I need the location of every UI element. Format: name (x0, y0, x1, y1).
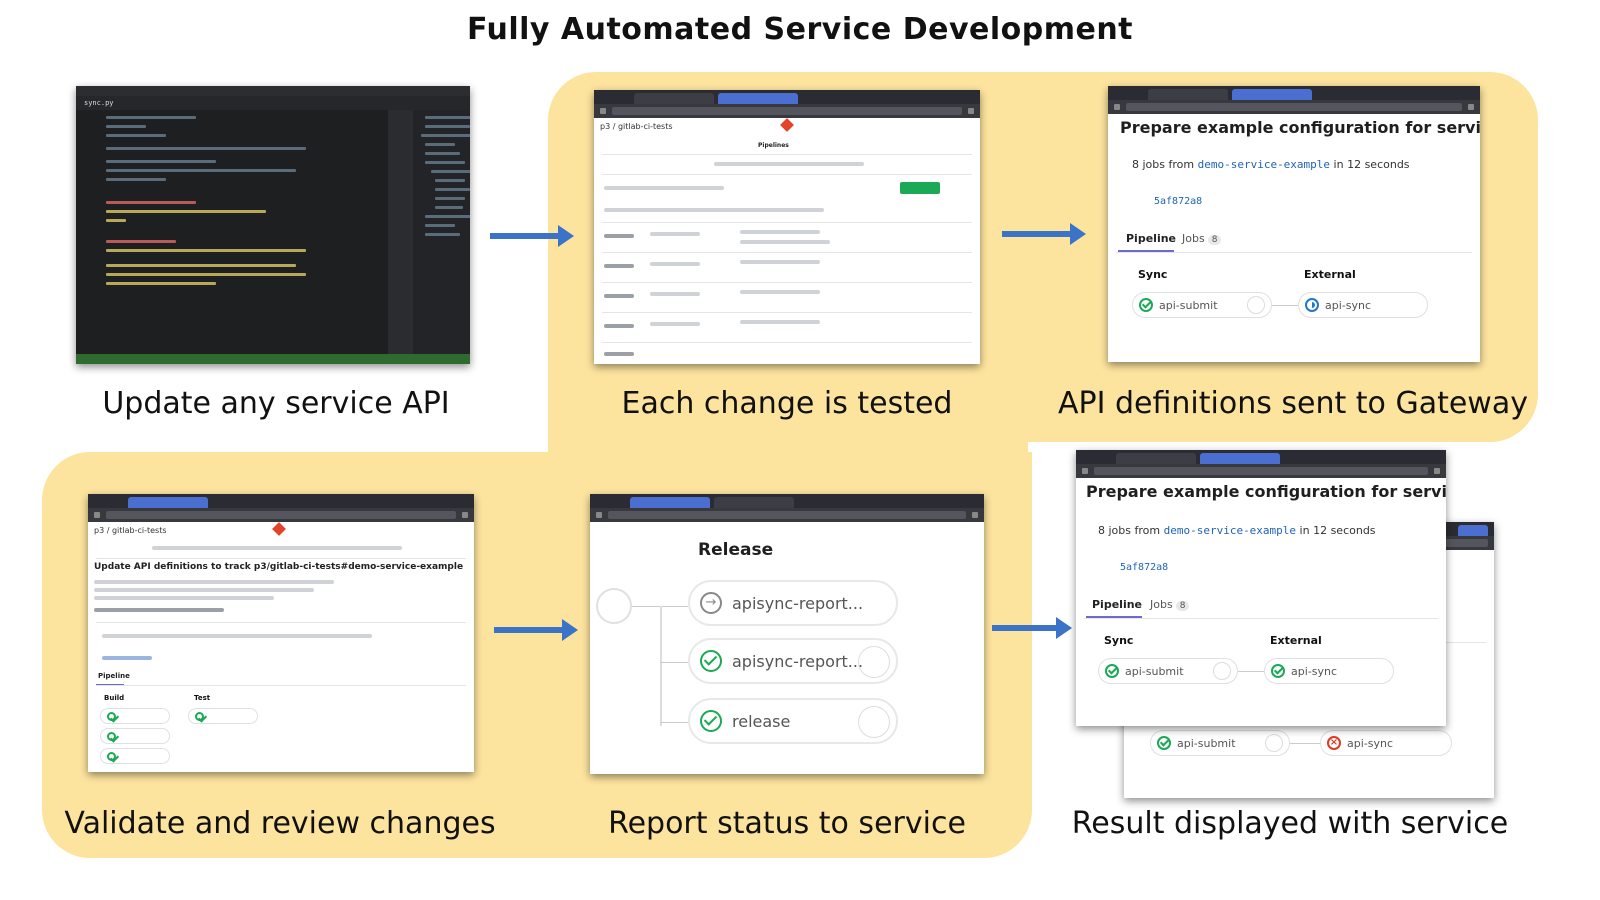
step-caption: Each change is tested (621, 386, 953, 421)
job-name: api-submit (1177, 736, 1236, 750)
success-icon (195, 711, 204, 721)
pipeline-detail-screenshot: Prepare example configuration for servic… (1108, 86, 1480, 362)
run-pipeline-button (900, 182, 940, 194)
pipeline-summary: 8 jobs from demo-service-example in 12 s… (1098, 524, 1376, 537)
jobs-count-badge: 8 (1207, 235, 1222, 245)
step-caption: API definitions sent to Gateway (1058, 386, 1528, 421)
tab-jobs-label: Jobs (1150, 598, 1173, 611)
flow-arrow (494, 619, 578, 641)
gitlab-logo-icon (780, 118, 794, 132)
release-stage-title: Release (698, 540, 774, 560)
job-api-sync[interactable]: api-sync (1264, 658, 1394, 684)
job-name: api-sync (1347, 736, 1394, 750)
success-icon (107, 731, 116, 741)
step-caption: Result displayed with service (1071, 806, 1509, 841)
job-api-submit[interactable]: api-submit (1132, 292, 1272, 318)
tab-pipeline[interactable]: Pipeline (1092, 598, 1142, 611)
job-node[interactable] (188, 708, 258, 724)
job-apisync-report-1[interactable]: → apisync-report... (688, 580, 898, 626)
code-editor-screenshot: sync.py (76, 86, 470, 364)
stage-test-label: Test (194, 694, 211, 702)
jobs-suffix: in 12 seconds (1333, 158, 1410, 171)
commit-sha[interactable]: 5af872a8 (1154, 196, 1202, 207)
retry-icon[interactable] (1265, 734, 1283, 752)
job-name: release (732, 711, 791, 731)
flow-arrow (992, 617, 1072, 639)
job-node[interactable] (100, 728, 170, 744)
stage-sync-label: Sync (1104, 634, 1134, 647)
success-icon (107, 751, 116, 761)
retry-stage-icon[interactable] (596, 588, 632, 624)
job-name: apisync-report... (732, 651, 864, 671)
job-apisync-report-2[interactable]: apisync-report... (688, 638, 898, 684)
job-api-sync-failed[interactable]: × api-sync (1320, 730, 1452, 756)
success-icon (1157, 736, 1171, 750)
job-name: api-submit (1125, 664, 1184, 678)
running-icon (1305, 298, 1319, 312)
page-title: Fully Automated Service Development (466, 12, 1134, 47)
breadcrumb: p3 / gitlab-ci-tests (94, 526, 167, 535)
pipeline-summary: 8 jobs from demo-service-example in 12 s… (1132, 158, 1410, 171)
step-caption: Validate and review changes (64, 806, 496, 841)
success-icon (700, 650, 722, 672)
retry-icon[interactable] (1213, 662, 1231, 680)
stage-external-label: External (1270, 634, 1322, 647)
editor-tab-filename: sync.py (84, 99, 114, 107)
job-name: apisync-report... (732, 593, 864, 613)
mr-title: Update API definitions to track p3/gitla… (94, 562, 464, 572)
nav-active-tab: Pipelines (758, 142, 789, 149)
job-name: api-sync (1325, 298, 1372, 312)
job-name: api-sync (1291, 664, 1338, 678)
success-icon (1105, 664, 1119, 678)
release-pipeline-screenshot: Release → apisync-report... apisync-repo… (590, 494, 984, 774)
job-release[interactable]: release (688, 698, 898, 744)
jobs-count-badge: 8 (1175, 601, 1190, 611)
retry-icon[interactable] (858, 706, 890, 738)
tab-jobs-label: Jobs (1182, 232, 1205, 245)
success-icon (107, 711, 116, 721)
pipeline-title: Prepare example configuration for servic… (1086, 482, 1446, 501)
step-caption: Update any service API (102, 386, 450, 421)
stage-build-label: Build (104, 694, 125, 702)
job-name: api-submit (1159, 298, 1218, 312)
arrow-right-icon: → (700, 592, 722, 614)
job-api-submit[interactable]: api-submit (1098, 658, 1238, 684)
job-api-submit[interactable]: api-submit (1150, 730, 1290, 756)
stage-external-label: External (1304, 268, 1356, 281)
retry-icon[interactable] (858, 646, 890, 678)
result-front-window: Prepare example configuration for servic… (1076, 450, 1446, 726)
breadcrumb: p3 / gitlab-ci-tests (600, 122, 673, 131)
job-node[interactable] (100, 748, 170, 764)
commit-sha[interactable]: 5af872a8 (1120, 562, 1168, 573)
flow-arrow (490, 225, 574, 247)
gitlab-logo-icon (272, 522, 286, 536)
failed-icon: × (1327, 736, 1341, 750)
success-icon (1271, 664, 1285, 678)
jobs-suffix: in 12 seconds (1299, 524, 1376, 537)
tab-jobs[interactable]: Jobs 8 (1150, 598, 1190, 611)
job-api-sync[interactable]: api-sync (1298, 292, 1428, 318)
tab-pipeline[interactable]: Pipeline (98, 672, 130, 680)
stage-sync-label: Sync (1138, 268, 1168, 281)
retry-icon[interactable] (1247, 296, 1265, 314)
pipelines-list-screenshot: p3 / gitlab-ci-tests Pipelines (594, 90, 980, 364)
success-icon (700, 710, 722, 732)
pipeline-title: Prepare example configuration for servic… (1120, 118, 1480, 137)
jobs-prefix: 8 jobs from (1098, 524, 1161, 537)
flow-arrow (1002, 223, 1086, 245)
jobs-prefix: 8 jobs from (1132, 158, 1195, 171)
success-icon (1139, 298, 1153, 312)
tab-pipeline[interactable]: Pipeline (1126, 232, 1176, 245)
job-node[interactable] (100, 708, 170, 724)
branch-link[interactable]: demo-service-example (1164, 524, 1296, 537)
tab-jobs[interactable]: Jobs 8 (1182, 232, 1222, 245)
step-caption: Report status to service (608, 806, 966, 841)
branch-link[interactable]: demo-service-example (1198, 158, 1330, 171)
merge-request-screenshot: p3 / gitlab-ci-tests Update API definiti… (88, 494, 474, 772)
